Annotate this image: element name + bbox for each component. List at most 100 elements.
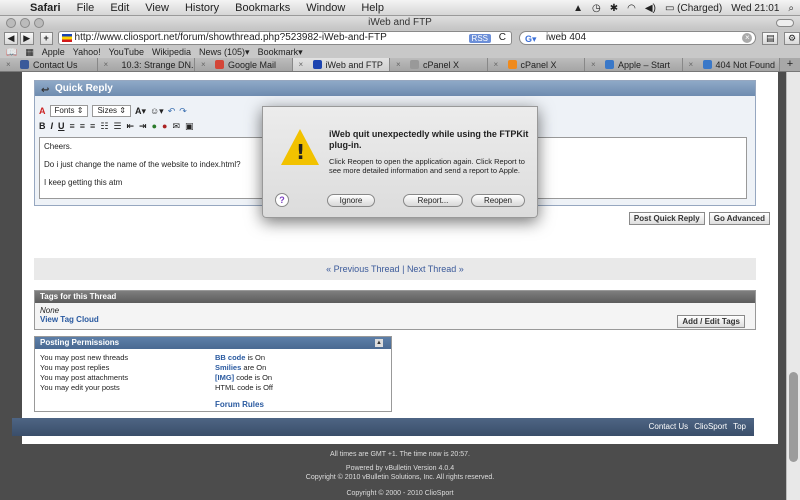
permission-code-item: [IMG] code is On — [215, 373, 273, 383]
reload-button[interactable]: C — [499, 32, 506, 44]
collapse-icon[interactable]: ▲ — [375, 339, 383, 347]
zoom-window-button[interactable] — [34, 18, 44, 28]
bookmark-youtube[interactable]: YouTube — [109, 47, 144, 57]
unordered-list-icon[interactable]: ☰ — [113, 121, 121, 132]
address-url[interactable]: http://www.cliosport.net/forum/showthrea… — [75, 32, 387, 43]
rss-button[interactable]: RSS — [468, 34, 491, 43]
italic-button[interactable]: I — [51, 121, 54, 132]
font-select[interactable]: Fonts ⇕ — [49, 105, 89, 117]
menu-clock[interactable]: Wed 21:01 — [731, 3, 779, 14]
menu-bookmarks[interactable]: Bookmarks — [227, 2, 298, 14]
outdent-icon[interactable]: ⇤ — [126, 121, 134, 132]
dropbox-icon[interactable]: ▲ — [573, 3, 583, 14]
close-tab-icon[interactable]: × — [104, 60, 109, 69]
underline-button[interactable]: U — [58, 121, 65, 132]
menu-edit[interactable]: Edit — [102, 2, 137, 14]
img-code-link[interactable]: [IMG] — [215, 373, 234, 382]
close-tab-icon[interactable]: × — [591, 60, 596, 69]
browser-tab[interactable]: × iWeb and FTP — [292, 58, 390, 71]
smiley-icon[interactable]: ☺▾ — [150, 106, 164, 117]
previous-thread-link[interactable]: « Previous Thread — [326, 264, 399, 274]
next-thread-link[interactable]: Next Thread » — [407, 264, 464, 274]
menu-history[interactable]: History — [177, 2, 227, 14]
insert-image-icon[interactable]: ▣ — [185, 121, 194, 132]
post-quick-reply-button[interactable]: Post Quick Reply — [628, 212, 705, 225]
bookmark-wikipedia[interactable]: Wikipedia — [152, 47, 191, 57]
wifi-icon[interactable]: ◠ — [627, 3, 636, 14]
settings-menu-button[interactable]: ⚙ — [784, 31, 800, 45]
google-search-icon[interactable]: G▾ — [525, 33, 537, 45]
bold-button[interactable]: B — [39, 121, 46, 132]
page-menu-button[interactable]: ▤ — [762, 31, 779, 45]
scrollbar-thumb[interactable] — [789, 372, 798, 462]
browser-tab[interactable]: × 10.3: Strange DN... — [97, 58, 195, 71]
remove-link-icon[interactable]: ● — [162, 121, 167, 132]
spotlight-icon[interactable]: ⌕ — [788, 3, 794, 14]
redo-icon[interactable]: ↷ — [179, 106, 187, 117]
bb-code-link[interactable]: BB code — [215, 353, 245, 362]
text-color-icon[interactable]: A▾ — [135, 106, 146, 117]
minimize-window-button[interactable] — [20, 18, 30, 28]
time-machine-icon[interactable]: ◷ — [592, 3, 601, 14]
close-tab-icon[interactable]: × — [6, 60, 11, 69]
bookmark-folder[interactable]: Bookmark▾ — [258, 47, 303, 58]
battery-status[interactable]: ▭ (Charged) — [665, 3, 722, 14]
bluetooth-icon[interactable]: ✱ — [610, 3, 618, 14]
book-icon[interactable]: 📖 — [6, 47, 17, 58]
bookmark-yahoo[interactable]: Yahoo! — [73, 47, 101, 57]
close-tab-icon[interactable]: × — [494, 60, 499, 69]
add-bookmark-button[interactable]: + — [39, 31, 53, 45]
add-edit-tags-button[interactable]: Add / Edit Tags — [677, 315, 745, 328]
menu-window[interactable]: Window — [298, 2, 353, 14]
back-button[interactable]: ◀ — [4, 31, 18, 45]
browser-tab[interactable]: × 404 Not Found — [682, 58, 780, 71]
smilies-link[interactable]: Smilies — [215, 363, 241, 372]
indent-icon[interactable]: ⇥ — [139, 121, 147, 132]
go-advanced-button[interactable]: Go Advanced — [708, 212, 770, 225]
browser-tab[interactable]: × cPanel X — [390, 58, 488, 71]
menu-app[interactable]: Safari — [22, 2, 69, 14]
search-field[interactable]: G▾ iweb 404 × — [519, 31, 757, 45]
forum-rules-link[interactable]: Forum Rules — [215, 400, 264, 409]
ignore-button[interactable]: Ignore — [327, 194, 375, 207]
search-input[interactable]: iweb 404 — [546, 32, 586, 43]
volume-icon[interactable]: ◀) — [645, 3, 656, 14]
menu-file[interactable]: File — [69, 2, 103, 14]
clear-search-icon[interactable]: × — [742, 33, 753, 43]
bookmark-apple[interactable]: Apple — [42, 47, 65, 57]
bookmark-news[interactable]: News (105)▾ — [199, 47, 250, 58]
footer-contact-link[interactable]: Contact Us — [649, 418, 689, 436]
report-button[interactable]: Report... — [403, 194, 463, 207]
browser-tab[interactable]: × cPanel X — [487, 58, 585, 71]
browser-tab[interactable]: × Apple – Start — [585, 58, 683, 71]
close-tab-icon[interactable]: × — [201, 60, 206, 69]
view-tag-cloud-link[interactable]: View Tag Cloud — [35, 315, 755, 324]
align-right-icon[interactable]: ≡ — [90, 121, 95, 132]
align-left-icon[interactable]: ≡ — [70, 121, 75, 132]
menu-view[interactable]: View — [137, 2, 177, 14]
close-window-button[interactable] — [6, 18, 16, 28]
align-center-icon[interactable]: ≡ — [80, 121, 85, 132]
close-tab-icon[interactable]: × — [396, 60, 401, 69]
forward-button[interactable]: ▶ — [19, 31, 34, 45]
new-tab-button[interactable]: + — [780, 58, 800, 71]
size-select[interactable]: Sizes ⇕ — [92, 105, 131, 117]
top-sites-icon[interactable]: ▦ — [25, 47, 34, 58]
close-tab-icon[interactable]: × — [689, 60, 694, 69]
footer-cliosport-link[interactable]: ClioSport — [694, 418, 727, 436]
undo-icon[interactable]: ↶ — [168, 106, 176, 117]
reopen-button[interactable]: Reopen — [471, 194, 525, 207]
page-scrollbar[interactable] — [786, 72, 800, 500]
footer-top-link[interactable]: Top — [733, 418, 746, 436]
insert-email-icon[interactable]: ✉ — [172, 121, 180, 132]
ordered-list-icon[interactable]: ☷ — [100, 121, 108, 132]
help-button[interactable]: ? — [275, 193, 289, 207]
browser-tab[interactable]: × Google Mail — [195, 58, 293, 71]
close-tab-icon[interactable]: × — [299, 60, 304, 69]
menu-help[interactable]: Help — [353, 2, 392, 14]
insert-link-icon[interactable]: ● — [152, 121, 157, 132]
address-bar[interactable]: http://www.cliosport.net/forum/showthrea… — [57, 31, 512, 45]
browser-tab[interactable]: × Contact Us — [0, 58, 98, 71]
remove-format-icon[interactable]: A — [39, 106, 46, 116]
toolbar-toggle-button[interactable] — [776, 19, 794, 27]
